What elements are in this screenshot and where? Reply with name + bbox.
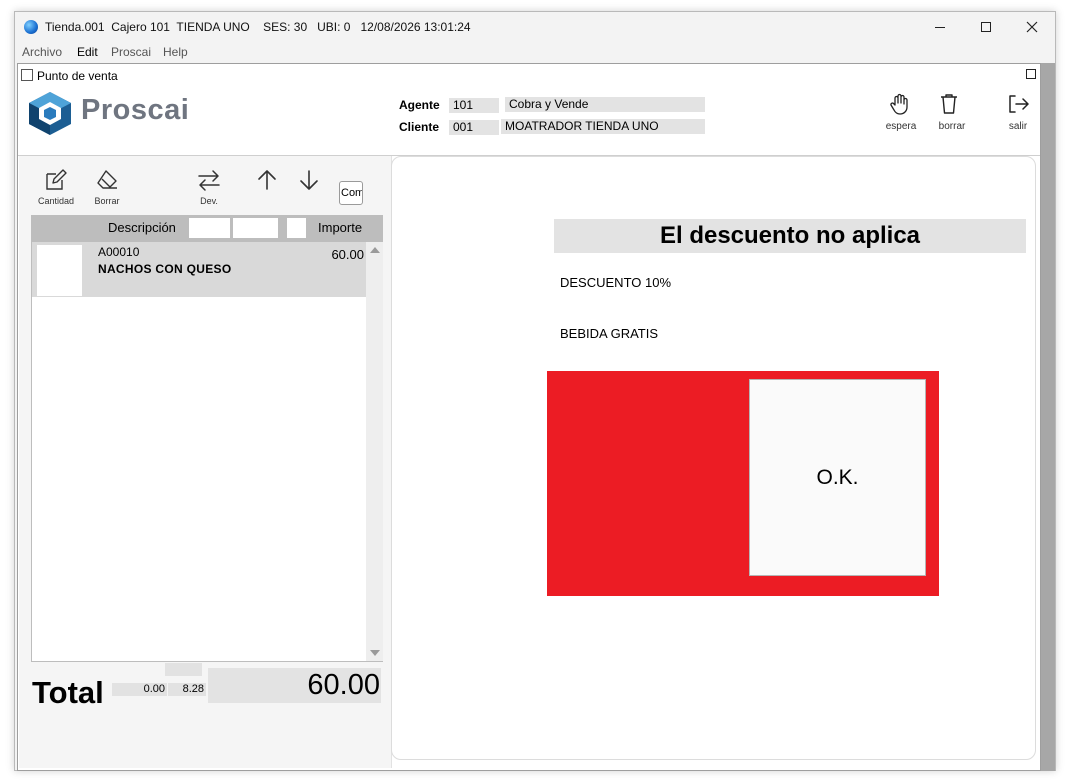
grid-header: Descripción Importe	[32, 216, 382, 242]
cantidad-label: Cantidad	[37, 196, 75, 206]
header-blank-3	[287, 218, 306, 238]
inner-window-icon	[21, 69, 33, 81]
hand-icon	[890, 93, 908, 115]
cliente-code-field[interactable]: 001	[449, 120, 499, 135]
agente-code-field[interactable]: 101	[449, 98, 499, 113]
ok-button[interactable]: O.K.	[749, 379, 926, 576]
table-row[interactable]: A00010 NACHOS CON QUESO 60.00	[32, 242, 366, 297]
swap-arrows-icon	[198, 170, 220, 191]
com-button[interactable]: Com	[339, 181, 363, 205]
total-blank-box	[165, 663, 202, 676]
ticket-panel: Cantidad Borrar Dev. Com Descripción Imp…	[19, 156, 392, 768]
close-icon	[1026, 21, 1038, 33]
maximize-button[interactable]	[963, 12, 1009, 42]
menu-proscai[interactable]: Proscai	[111, 45, 151, 59]
scroll-up-arrow-icon[interactable]	[370, 247, 380, 253]
proscai-logo-icon	[29, 92, 71, 135]
message-line-1: DESCUENTO 10%	[560, 275, 672, 290]
items-grid: Descripción Importe A00010 NACHOS CON QU…	[31, 215, 383, 662]
arrow-up-icon[interactable]	[255, 167, 279, 193]
col-importe: Importe	[318, 220, 363, 235]
dev-label: Dev.	[200, 196, 218, 206]
edit-icon	[46, 169, 67, 190]
menu-help[interactable]: Help	[163, 45, 188, 59]
maximize-icon	[981, 22, 991, 32]
punto-de-venta-window: Punto de venta Proscai Agente 101 Cobra …	[17, 63, 1041, 771]
col-descripcion: Descripción	[108, 220, 176, 235]
trash-icon	[941, 94, 957, 114]
total-amount: 60.00	[208, 668, 381, 703]
borrar-top-label: borrar	[938, 121, 966, 132]
menu-edit[interactable]: Edit	[77, 45, 98, 59]
title-bar: Tienda.001 Cajero 101 TIENDA UNO SES: 30…	[15, 12, 1055, 42]
agente-label: Agente	[399, 98, 440, 112]
total-subvalue-b: 8.28	[168, 683, 206, 696]
inner-header: Punto de venta	[18, 64, 1040, 86]
total-label: Total	[32, 675, 104, 710]
item-amount: 60.00	[331, 247, 364, 262]
close-button[interactable]	[1009, 12, 1055, 42]
header-blank-2	[233, 218, 278, 238]
inner-window-title: Punto de venta	[37, 69, 118, 83]
cliente-label: Cliente	[399, 120, 440, 134]
salir-label: salir	[1008, 121, 1028, 132]
menu-archivo[interactable]: Archivo	[22, 45, 62, 59]
window-title: Tienda.001 Cajero 101 TIENDA UNO SES: 30…	[45, 20, 471, 34]
borrar-label: Borrar	[94, 196, 120, 206]
logout-icon	[1009, 95, 1029, 113]
message-title: El descuento no aplica	[554, 219, 1026, 253]
inner-maximize-button[interactable]	[1026, 69, 1036, 79]
brand-name: Proscai	[81, 94, 190, 126]
cliente-name-field[interactable]: MOATRADOR TIENDA UNO	[501, 119, 705, 134]
eraser-icon	[97, 170, 117, 189]
scroll-down-arrow-icon[interactable]	[370, 650, 380, 656]
item-description: NACHOS CON QUESO	[98, 262, 232, 276]
message-line-2: BEBIDA GRATIS	[560, 326, 659, 341]
main-window: Tienda.001 Cajero 101 TIENDA UNO SES: 30…	[14, 11, 1056, 771]
espera-label: espera	[885, 121, 917, 132]
total-subvalue-a: 0.00	[112, 683, 167, 696]
app-globe-icon	[24, 20, 38, 34]
message-panel: El descuento no aplica DESCUENTO 10% BEB…	[391, 156, 1036, 760]
minimize-button[interactable]	[917, 12, 963, 42]
menu-bar: Archivo Edit Proscai Help	[15, 42, 1055, 62]
mdi-side-bar	[1041, 63, 1055, 771]
alert-box: O.K.	[547, 371, 939, 596]
minimize-icon	[935, 26, 945, 28]
arrow-down-icon[interactable]	[297, 167, 321, 193]
item-code: A00010	[98, 245, 140, 259]
grid-scrollbar[interactable]	[366, 242, 383, 661]
header-blank-1	[189, 218, 230, 238]
item-thumbnail	[37, 245, 82, 296]
agente-name-field[interactable]: Cobra y Vende	[505, 97, 705, 112]
